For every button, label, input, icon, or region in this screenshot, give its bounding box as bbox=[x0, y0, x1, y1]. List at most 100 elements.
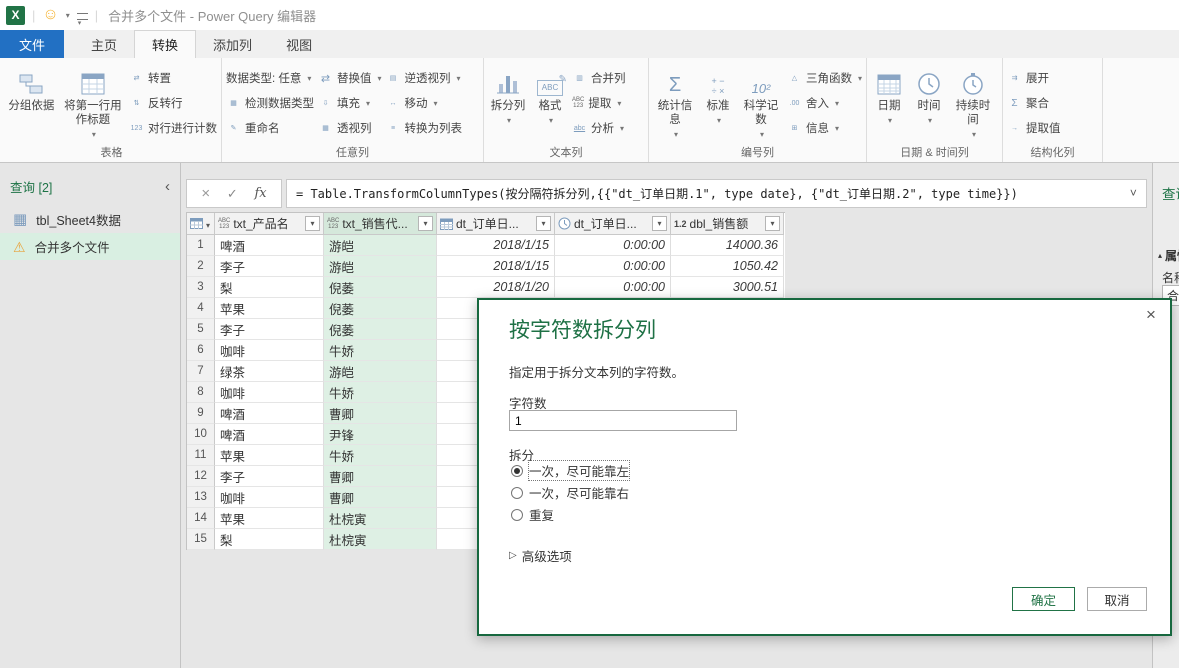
close-icon[interactable] bbox=[1141, 305, 1161, 325]
cell[interactable]: 啤酒 bbox=[215, 403, 324, 424]
cell[interactable]: 0:00:00 bbox=[555, 277, 671, 298]
cell[interactable]: 牛娇 bbox=[324, 445, 437, 466]
expand-button[interactable]: 展开 bbox=[1007, 70, 1061, 86]
radio-selected-icon[interactable] bbox=[511, 465, 523, 477]
reverse-rows-button[interactable]: 反转行 bbox=[129, 95, 217, 111]
cell[interactable]: 1050.42 bbox=[671, 256, 784, 277]
cell[interactable]: 杜梡寅 bbox=[324, 529, 437, 550]
column-header-order-time[interactable]: dt_订单日... bbox=[555, 213, 671, 235]
cell[interactable]: 尹锋 bbox=[324, 424, 437, 445]
row-number[interactable]: 12 bbox=[187, 466, 215, 487]
fx-icon[interactable] bbox=[254, 186, 266, 201]
column-header-sales-amount[interactable]: dbl_销售额 bbox=[671, 213, 784, 235]
cell[interactable]: 苹果 bbox=[215, 298, 324, 319]
tab-add-column[interactable]: 添加列 bbox=[196, 30, 269, 58]
tab-home[interactable]: 主页 bbox=[74, 30, 134, 58]
smiley-caret-icon[interactable] bbox=[66, 11, 70, 20]
row-number[interactable]: 14 bbox=[187, 508, 215, 529]
sidebar-item-merge-files[interactable]: 合并多个文件 bbox=[0, 233, 180, 260]
tab-transform[interactable]: 转换 bbox=[134, 30, 196, 58]
column-header-sales-rep[interactable]: txt_销售代... bbox=[324, 213, 437, 235]
formula-input[interactable]: = Table.TransformColumnTypes(按分隔符拆分列,{{"… bbox=[286, 179, 1147, 208]
replace-values-button[interactable]: 替换值 bbox=[318, 70, 382, 86]
cell[interactable]: 李子 bbox=[215, 256, 324, 277]
properties-section-header[interactable]: 属性 bbox=[1158, 247, 1179, 264]
scientific-button[interactable]: 科学记数 bbox=[739, 63, 783, 145]
row-number[interactable]: 2 bbox=[187, 256, 215, 277]
cell[interactable]: 2018/1/15 bbox=[437, 256, 555, 277]
row-number[interactable]: 13 bbox=[187, 487, 215, 508]
filter-dropdown-button[interactable] bbox=[418, 216, 433, 231]
chars-count-input[interactable] bbox=[509, 410, 737, 431]
cell[interactable]: 啤酒 bbox=[215, 235, 324, 256]
commit-formula-icon[interactable] bbox=[227, 186, 238, 202]
filter-dropdown-button[interactable] bbox=[305, 216, 320, 231]
filter-dropdown-button[interactable] bbox=[536, 216, 551, 231]
radio-icon[interactable] bbox=[511, 487, 523, 499]
cell[interactable]: 牛娇 bbox=[324, 340, 437, 361]
parse-button[interactable]: 分析 bbox=[572, 120, 626, 136]
cell[interactable]: 曹卿 bbox=[324, 403, 437, 424]
cell[interactable]: 14000.36 bbox=[671, 235, 784, 256]
use-first-row-button[interactable]: 将第一行用作标题 bbox=[61, 63, 125, 145]
tab-file[interactable]: 文件 bbox=[0, 30, 64, 58]
row-number[interactable]: 6 bbox=[187, 340, 215, 361]
cell[interactable]: 2018/1/15 bbox=[437, 235, 555, 256]
cell[interactable]: 苹果 bbox=[215, 445, 324, 466]
move-button[interactable]: 移动 bbox=[386, 95, 463, 111]
cell[interactable]: 苹果 bbox=[215, 508, 324, 529]
cell[interactable]: 绿茶 bbox=[215, 361, 324, 382]
cell[interactable]: 曹卿 bbox=[324, 466, 437, 487]
date-button[interactable]: 日期 bbox=[871, 63, 907, 145]
cell[interactable]: 牛娇 bbox=[324, 382, 437, 403]
cell[interactable]: 游皑 bbox=[324, 256, 437, 277]
cell[interactable]: 倪萎 bbox=[324, 277, 437, 298]
cell[interactable]: 梨 bbox=[215, 277, 324, 298]
sidebar-item-tbl-sheet4[interactable]: tbl_Sheet4数据 bbox=[0, 206, 180, 233]
count-rows-button[interactable]: 对行进行计数 bbox=[129, 120, 217, 136]
cell[interactable]: 杜梡寅 bbox=[324, 508, 437, 529]
cell[interactable]: 曹卿 bbox=[324, 487, 437, 508]
row-number[interactable]: 3 bbox=[187, 277, 215, 298]
pivot-column-button[interactable]: 透视列 bbox=[318, 120, 382, 136]
cell[interactable]: 李子 bbox=[215, 466, 324, 487]
row-number[interactable]: 1 bbox=[187, 235, 215, 256]
radio-option-repeat[interactable]: 重复 bbox=[511, 505, 554, 524]
cancel-button[interactable]: 取消 bbox=[1087, 587, 1147, 611]
collapse-sidebar-icon[interactable] bbox=[165, 181, 170, 193]
cell[interactable]: 倪萎 bbox=[324, 298, 437, 319]
column-header-order-date[interactable]: dt_订单日... bbox=[437, 213, 555, 235]
radio-option-rightmost[interactable]: 一次，尽可能靠右 bbox=[511, 483, 629, 502]
duration-button[interactable]: 持续时间 bbox=[951, 63, 995, 145]
row-number[interactable]: 10 bbox=[187, 424, 215, 445]
cancel-formula-icon[interactable] bbox=[201, 185, 210, 202]
unpivot-columns-button[interactable]: 逆透视列 bbox=[386, 70, 463, 86]
row-number[interactable]: 4 bbox=[187, 298, 215, 319]
cell[interactable]: 0:00:00 bbox=[555, 256, 671, 277]
rounding-button[interactable]: 舍入 bbox=[787, 95, 862, 111]
cell[interactable]: 2018/1/20 bbox=[437, 277, 555, 298]
data-type-button[interactable]: 数据类型: 任意 bbox=[226, 70, 314, 86]
aggregate-button[interactable]: 聚合 bbox=[1007, 95, 1061, 111]
cell[interactable]: 游皑 bbox=[324, 235, 437, 256]
cell[interactable]: 0:00:00 bbox=[555, 235, 671, 256]
group-by-button[interactable]: 分组依据 bbox=[6, 63, 57, 145]
rename-button[interactable]: 重命名 bbox=[226, 120, 314, 136]
format-button[interactable]: 格式 bbox=[532, 63, 568, 145]
smiley-feedback-icon[interactable] bbox=[42, 7, 58, 23]
standard-button[interactable]: 标准 bbox=[701, 63, 735, 145]
tab-view[interactable]: 视图 bbox=[269, 30, 329, 58]
statistics-button[interactable]: 统计信息 bbox=[653, 63, 697, 145]
column-header-product[interactable]: txt_产品名 bbox=[215, 213, 324, 235]
cell[interactable]: 3000.51 bbox=[671, 277, 784, 298]
quick-access-toolbar-icon[interactable] bbox=[77, 13, 88, 20]
merge-columns-button[interactable]: 合并列 bbox=[572, 70, 626, 86]
row-number[interactable]: 7 bbox=[187, 361, 215, 382]
trigonometry-button[interactable]: 三角函数 bbox=[787, 70, 862, 86]
cell[interactable]: 梨 bbox=[215, 529, 324, 550]
cell[interactable]: 啤酒 bbox=[215, 424, 324, 445]
advanced-options-toggle[interactable]: 高级选项 bbox=[509, 546, 572, 565]
cell[interactable]: 咖啡 bbox=[215, 487, 324, 508]
information-button[interactable]: 信息 bbox=[787, 120, 862, 136]
filter-dropdown-button[interactable] bbox=[652, 216, 667, 231]
